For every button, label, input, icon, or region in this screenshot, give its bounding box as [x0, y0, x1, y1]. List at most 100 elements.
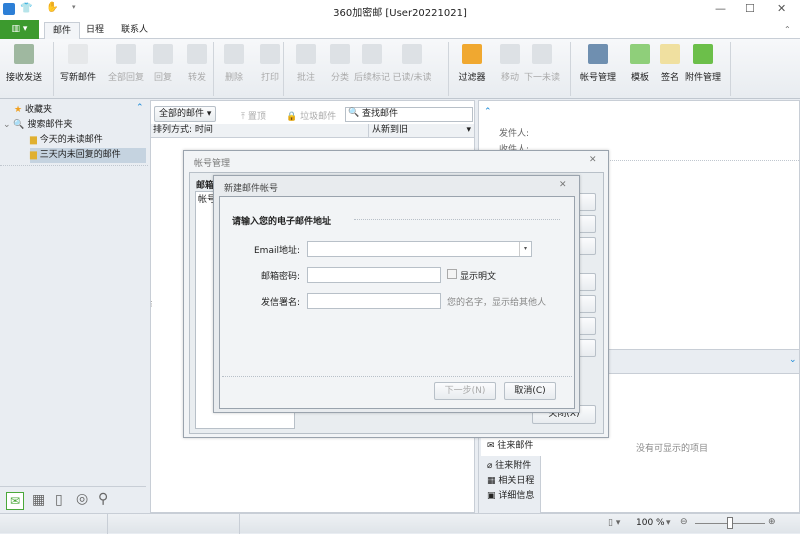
ribbon-icon — [588, 44, 608, 64]
nav-calendar-icon[interactable]: ▦ — [32, 492, 45, 508]
pin-button[interactable]: ⤒ 置顶 — [241, 109, 266, 122]
tab-related-mail[interactable]: ✉ 往来邮件 — [481, 436, 541, 456]
junk-button[interactable]: 🔒 垃圾邮件 — [286, 109, 336, 122]
dialog-close-icon[interactable]: ✕ — [589, 155, 597, 165]
collapse-up-icon[interactable]: ⌃ — [136, 103, 144, 113]
nav-notebook-icon[interactable]: ▯ — [55, 492, 63, 508]
signature-hint: 您的名字，显示给其他人 — [447, 298, 547, 308]
ribbon-icon — [330, 44, 350, 64]
expand-down-icon[interactable]: ⌄ — [789, 355, 797, 365]
maximize-button[interactable]: ☐ — [745, 2, 755, 15]
nav-search-icon[interactable]: ⚲ — [98, 491, 108, 507]
ribbon-icon — [362, 44, 382, 64]
ribbon-icon — [14, 44, 34, 64]
sort-order-dropdown[interactable]: 从新到旧 ▾ — [368, 124, 474, 138]
mail-search-input[interactable]: 查找邮件 — [345, 107, 473, 122]
ribbon-button-label: 接收发送 — [5, 73, 42, 83]
ribbon-icon — [630, 44, 650, 64]
ribbon-button-label: 后续标记 — [353, 73, 390, 83]
zoom-slider-thumb[interactable] — [727, 517, 733, 529]
view-mode-icon[interactable]: ▯ ▾ — [608, 518, 620, 528]
ribbon-icon — [500, 44, 520, 64]
ribbon-button-label: 过滤器 — [458, 73, 486, 83]
app-menu-button[interactable]: ▥ ▾ — [0, 20, 39, 39]
cancel-button[interactable]: 取消(C) — [504, 382, 556, 400]
collapse-ribbon-icon[interactable]: ⌃ — [784, 25, 791, 34]
status-bar: ▯ ▾ 100 % ▾ ⊖ ⊕ — [0, 513, 800, 534]
ribbon-button-0[interactable]: 接收发送 — [2, 44, 46, 83]
folder-icon: ▆ — [30, 150, 37, 160]
ribbon-icon — [693, 44, 713, 64]
zoom-level[interactable]: 100 % — [636, 518, 665, 528]
tab-related-schedule[interactable]: ▦ 相关日程 — [487, 474, 534, 489]
ribbon-icon — [224, 44, 244, 64]
folder-pane: ★ 收藏夹 ⌃ ⌄ 🔍 搜索邮件夹 ▆ 今天的未读邮件 ▆ 三天内未回复的邮件 … — [0, 100, 148, 513]
zoom-in-button[interactable]: ⊕ — [768, 517, 776, 527]
ribbon-icon — [187, 44, 207, 64]
ribbon-button-label: 回复 — [153, 73, 172, 83]
ribbon-icon — [68, 44, 88, 64]
ribbon-icon — [402, 44, 422, 64]
ribbon-button-10[interactable]: 已读/未读 — [390, 44, 434, 83]
email-combobox[interactable]: ▾ — [307, 241, 532, 257]
from-label: 发件人: — [499, 129, 530, 139]
ribbon-button-17[interactable]: 附件管理 — [681, 44, 725, 83]
search-folders[interactable]: ⌄ 🔍 搜索邮件夹 — [3, 118, 73, 133]
section-heading: 请输入您的电子邮件地址 — [232, 217, 332, 227]
empty-message: 没有可显示的项目 — [636, 444, 709, 454]
ribbon-button-14[interactable]: 帐号管理 — [576, 44, 620, 83]
ribbon-button-label: 写新邮件 — [59, 73, 96, 83]
show-plaintext-label[interactable]: 显示明文 — [460, 269, 496, 282]
ribbon-icon — [260, 44, 280, 64]
email-label: Email地址: — [253, 246, 300, 256]
minimize-button[interactable]: — — [715, 2, 726, 15]
folder-today-unread[interactable]: ▆ 今天的未读邮件 — [30, 133, 103, 148]
tab-contacts[interactable]: 联系人 — [113, 22, 156, 39]
ribbon-button-label: 帐号管理 — [579, 73, 616, 83]
ribbon-icon — [296, 44, 316, 64]
tab-calendar[interactable]: 日程 — [78, 22, 112, 39]
folder-three-day-unreplied[interactable]: ▆ 三天内未回复的邮件 — [30, 148, 146, 163]
folder-icon: ▆ — [30, 135, 37, 145]
ribbon-button-9[interactable]: 后续标记 — [350, 44, 394, 83]
tab-related-attachments[interactable]: ⌀ 往来附件 — [487, 459, 531, 474]
ribbon-button-label: 附件管理 — [684, 73, 721, 83]
next-button[interactable]: 下一步(N) — [434, 382, 496, 400]
nav-mail-icon[interactable]: ✉ — [6, 492, 24, 510]
mailbox-group-label: 邮箱 — [196, 181, 215, 191]
ribbon-button-label: 转发 — [187, 73, 206, 83]
signature-label: 发信署名: — [260, 298, 300, 308]
splitter-handle[interactable]: ⋮ — [148, 300, 155, 308]
ribbon-button-label: 移动 — [500, 73, 519, 83]
ribbon-button-1[interactable]: 写新邮件 — [56, 44, 100, 83]
ribbon-button-label: 打印 — [260, 73, 279, 83]
ribbon-icon — [660, 44, 680, 64]
favorites-folder[interactable]: ★ 收藏夹 — [14, 103, 52, 118]
ribbon-icon — [532, 44, 552, 64]
mail-filter-dropdown[interactable]: 全部的邮件 ▾ — [154, 106, 216, 122]
ribbon-button-label: 批注 — [296, 73, 315, 83]
nav-globe-icon[interactable]: ◎ — [76, 491, 88, 507]
show-plaintext-checkbox[interactable] — [447, 269, 457, 279]
ribbon-button-label: 签名 — [660, 73, 679, 83]
tab-mail[interactable]: 邮件 — [44, 22, 81, 39]
ribbon-button-label: 已读/未读 — [392, 73, 432, 83]
ribbon-icon — [153, 44, 173, 64]
password-input[interactable] — [307, 267, 441, 283]
ribbon-button-label: 删除 — [224, 73, 243, 83]
ribbon-icon — [462, 44, 482, 64]
ribbon-button-label: 全部回复 — [107, 73, 144, 83]
ribbon-button-label: 模板 — [630, 73, 649, 83]
ribbon-button-13[interactable]: 下一未读 — [520, 44, 564, 83]
dialog-close-icon[interactable]: ✕ — [559, 180, 567, 190]
signature-input[interactable] — [307, 293, 441, 309]
tab-details[interactable]: ▣ 详细信息 — [487, 489, 534, 504]
collapse-up-icon[interactable]: ⌃ — [484, 107, 492, 117]
dialog-title: 新建邮件帐号 — [224, 184, 279, 194]
dialog-title: 帐号管理 — [194, 159, 231, 169]
zoom-out-button[interactable]: ⊖ — [680, 517, 688, 527]
ribbon-icon — [116, 44, 136, 64]
close-button[interactable]: ✕ — [777, 2, 786, 15]
ribbon-button-label: 分类 — [330, 73, 349, 83]
new-account-dialog: 新建邮件帐号 ✕ 请输入您的电子邮件地址 Email地址: ▾ 邮箱密码: 显示… — [213, 175, 580, 413]
